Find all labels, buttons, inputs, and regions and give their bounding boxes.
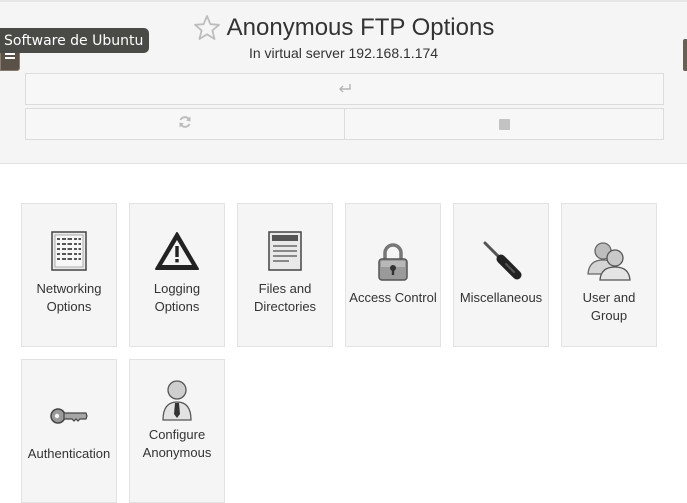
stop-icon xyxy=(498,118,510,130)
tile-networking-options[interactable]: Networking Options xyxy=(21,203,117,347)
tile-label: Networking Options xyxy=(36,281,102,314)
tile-configure-anonymous[interactable]: Configure Anonymous xyxy=(129,359,225,503)
page-title: Anonymous FTP Options xyxy=(226,14,495,41)
users-icon xyxy=(562,240,656,286)
refresh-icon xyxy=(178,115,192,134)
launcher-tooltip: Software de Ubuntu xyxy=(0,28,149,53)
star-icon[interactable] xyxy=(193,14,221,42)
tile-files-and-directories[interactable]: Files and Directories xyxy=(237,203,333,347)
tile-label: Files and Directories xyxy=(253,281,317,314)
key-icon xyxy=(22,404,116,450)
refresh-button[interactable] xyxy=(25,108,345,140)
screwdriver-icon xyxy=(454,239,548,285)
stop-button[interactable] xyxy=(344,108,664,140)
tile-access-control[interactable]: Access Control xyxy=(345,203,441,347)
document-icon xyxy=(238,230,332,276)
padlock-icon xyxy=(346,242,440,288)
tile-logging-options[interactable]: Logging Options xyxy=(129,203,225,347)
tile-label: User and Group xyxy=(582,290,636,323)
tile-label: Access Control xyxy=(349,290,437,305)
user-icon xyxy=(130,378,224,424)
tile-miscellaneous[interactable]: Miscellaneous xyxy=(453,203,549,347)
binary-data-icon xyxy=(22,230,116,276)
right-edge-handle[interactable] xyxy=(683,39,687,71)
return-arrow-icon xyxy=(338,80,352,98)
tile-authentication[interactable]: Authentication xyxy=(21,359,117,503)
tile-label: Logging Options xyxy=(153,281,201,314)
tile-label: Miscellaneous xyxy=(459,290,543,305)
warning-icon xyxy=(130,230,224,276)
tile-label: Authentication xyxy=(27,446,111,461)
tile-user-and-group[interactable]: User and Group xyxy=(561,203,657,347)
return-button[interactable] xyxy=(25,73,664,105)
